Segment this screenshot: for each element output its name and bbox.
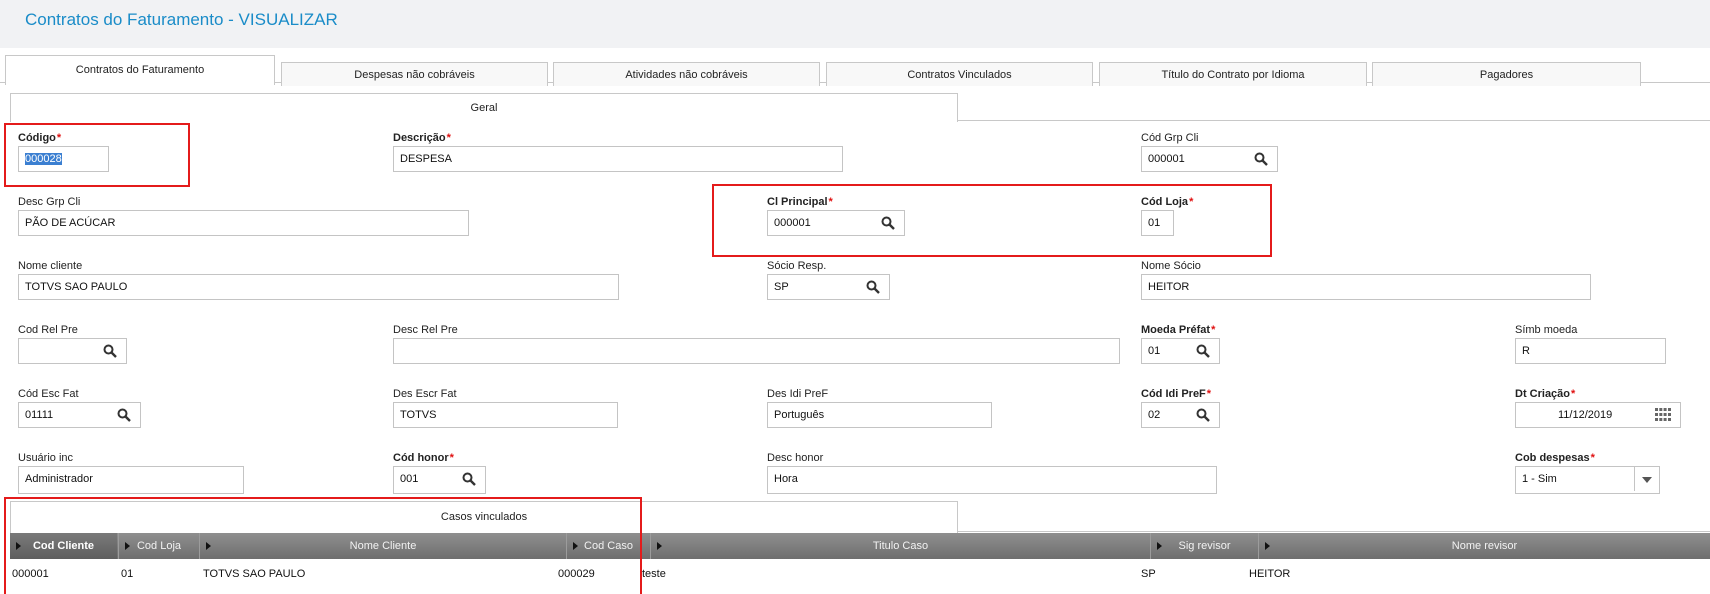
dt-criacao-field[interactable]: 11/12/2019 bbox=[1515, 402, 1681, 428]
simb-moeda-field[interactable]: R bbox=[1515, 338, 1666, 364]
socio-resp-value: SP bbox=[774, 281, 789, 293]
nome-socio-field[interactable]: HEITOR bbox=[1141, 274, 1591, 300]
cod-idi-pref-label: Cód Idi PreF* bbox=[1141, 388, 1212, 400]
desc-rel-pre-field[interactable] bbox=[393, 338, 1120, 364]
nome-cliente-label: Nome cliente bbox=[18, 260, 83, 272]
desc-honor-field[interactable]: Hora bbox=[767, 466, 1217, 494]
descricao-label: Descrição* bbox=[393, 132, 451, 144]
cod-esc-fat-label: Cód Esc Fat bbox=[18, 388, 79, 400]
sort-arrow-icon bbox=[657, 542, 662, 550]
calendar-icon[interactable] bbox=[1655, 408, 1671, 422]
search-icon[interactable] bbox=[1196, 344, 1210, 358]
cod-esc-fat-value: 01111 bbox=[25, 409, 54, 421]
cod-esc-fat-field[interactable]: 01111 bbox=[18, 402, 141, 428]
socio-resp-label: Sócio Resp. bbox=[767, 260, 827, 272]
tab-despesas-nao-cobraveis[interactable]: Despesas não cobráveis bbox=[281, 62, 548, 86]
sort-arrow-icon bbox=[1265, 542, 1270, 550]
col-nome-revisor[interactable]: Nome revisor bbox=[1258, 533, 1710, 559]
des-escr-fat-label: Des Escr Fat bbox=[393, 388, 457, 400]
dt-criacao-value: 11/12/2019 bbox=[1558, 409, 1613, 421]
desc-grp-cli-field[interactable]: PÃO DE ACÚCAR bbox=[18, 210, 469, 236]
search-icon[interactable] bbox=[1196, 408, 1210, 422]
des-idi-pref-field[interactable]: Português bbox=[767, 402, 992, 428]
simb-moeda-label: Símb moeda bbox=[1515, 324, 1578, 336]
page-title: Contratos do Faturamento - VISUALIZAR bbox=[25, 10, 338, 29]
desc-grp-cli-label: Desc Grp Cli bbox=[18, 196, 81, 208]
cod-honor-field[interactable]: 001 bbox=[393, 466, 486, 494]
dt-criacao-label: Dt Criação* bbox=[1515, 388, 1576, 400]
cob-despesas-select[interactable]: 1 - Sim bbox=[1515, 466, 1660, 494]
cob-despesas-value: 1 - Sim bbox=[1522, 473, 1557, 485]
nome-cliente-field[interactable]: TOTVS SAO PAULO bbox=[18, 274, 619, 300]
des-idi-pref-label: Des Idi PreF bbox=[767, 388, 829, 400]
sort-arrow-icon bbox=[1157, 542, 1162, 550]
cell-nome-revisor: HEITOR bbox=[1249, 568, 1291, 580]
cod-honor-value: 001 bbox=[400, 473, 419, 485]
cob-despesas-label: Cob despesas* bbox=[1515, 452, 1595, 464]
cod-rel-pre-field[interactable] bbox=[18, 338, 127, 364]
usuario-inc-label: Usuário inc bbox=[18, 452, 74, 464]
cod-idi-pref-value: 02 bbox=[1148, 409, 1161, 421]
chevron-down-icon[interactable] bbox=[1634, 467, 1659, 491]
cod-grp-cli-value: 000001 bbox=[1148, 153, 1185, 165]
tab-contratos-vinculados[interactable]: Contratos Vinculados bbox=[826, 62, 1093, 86]
desc-rel-pre-label: Desc Rel Pre bbox=[393, 324, 458, 336]
moeda-prefat-label: Moeda Préfat* bbox=[1141, 324, 1216, 336]
cod-grp-cli-field[interactable]: 000001 bbox=[1141, 146, 1278, 172]
descricao-field[interactable]: DESPESA bbox=[393, 146, 843, 172]
highlight-box-casos bbox=[4, 497, 642, 594]
tab-titulo-contrato-idioma[interactable]: Título do Contrato por Idioma bbox=[1099, 62, 1367, 86]
cod-honor-label: Cód honor* bbox=[393, 452, 454, 464]
highlight-box-cliente-loja bbox=[712, 184, 1272, 257]
des-escr-fat-field[interactable]: TOTVS bbox=[393, 402, 618, 428]
desc-honor-label: Desc honor bbox=[767, 452, 824, 464]
cell-titulo-caso: teste bbox=[642, 568, 666, 580]
tab-atividades-nao-cobraveis[interactable]: Atividades não cobráveis bbox=[553, 62, 820, 86]
cod-idi-pref-field[interactable]: 02 bbox=[1141, 402, 1220, 428]
highlight-box-codigo bbox=[4, 123, 190, 187]
cod-grp-cli-label: Cód Grp Cli bbox=[1141, 132, 1199, 144]
socio-resp-field[interactable]: SP bbox=[767, 274, 890, 300]
moeda-prefat-value: 01 bbox=[1148, 345, 1161, 357]
subtab-geral[interactable]: Geral bbox=[10, 93, 958, 122]
moeda-prefat-field[interactable]: 01 bbox=[1141, 338, 1220, 364]
cell-sig-revisor: SP bbox=[1141, 568, 1156, 580]
search-icon[interactable] bbox=[462, 472, 476, 486]
col-sig-revisor[interactable]: Sig revisor bbox=[1150, 533, 1258, 559]
search-icon[interactable] bbox=[103, 344, 117, 358]
tab-contratos-faturamento[interactable]: Contratos do Faturamento bbox=[5, 55, 275, 85]
search-icon[interactable] bbox=[1254, 152, 1268, 166]
col-titulo-caso[interactable]: Titulo Caso bbox=[650, 533, 1150, 559]
cod-rel-pre-label: Cod Rel Pre bbox=[18, 324, 78, 336]
nome-socio-label: Nome Sócio bbox=[1141, 260, 1201, 272]
tab-pagadores[interactable]: Pagadores bbox=[1372, 62, 1641, 86]
search-icon[interactable] bbox=[117, 408, 131, 422]
search-icon[interactable] bbox=[866, 280, 880, 294]
usuario-inc-field[interactable]: Administrador bbox=[18, 466, 244, 494]
